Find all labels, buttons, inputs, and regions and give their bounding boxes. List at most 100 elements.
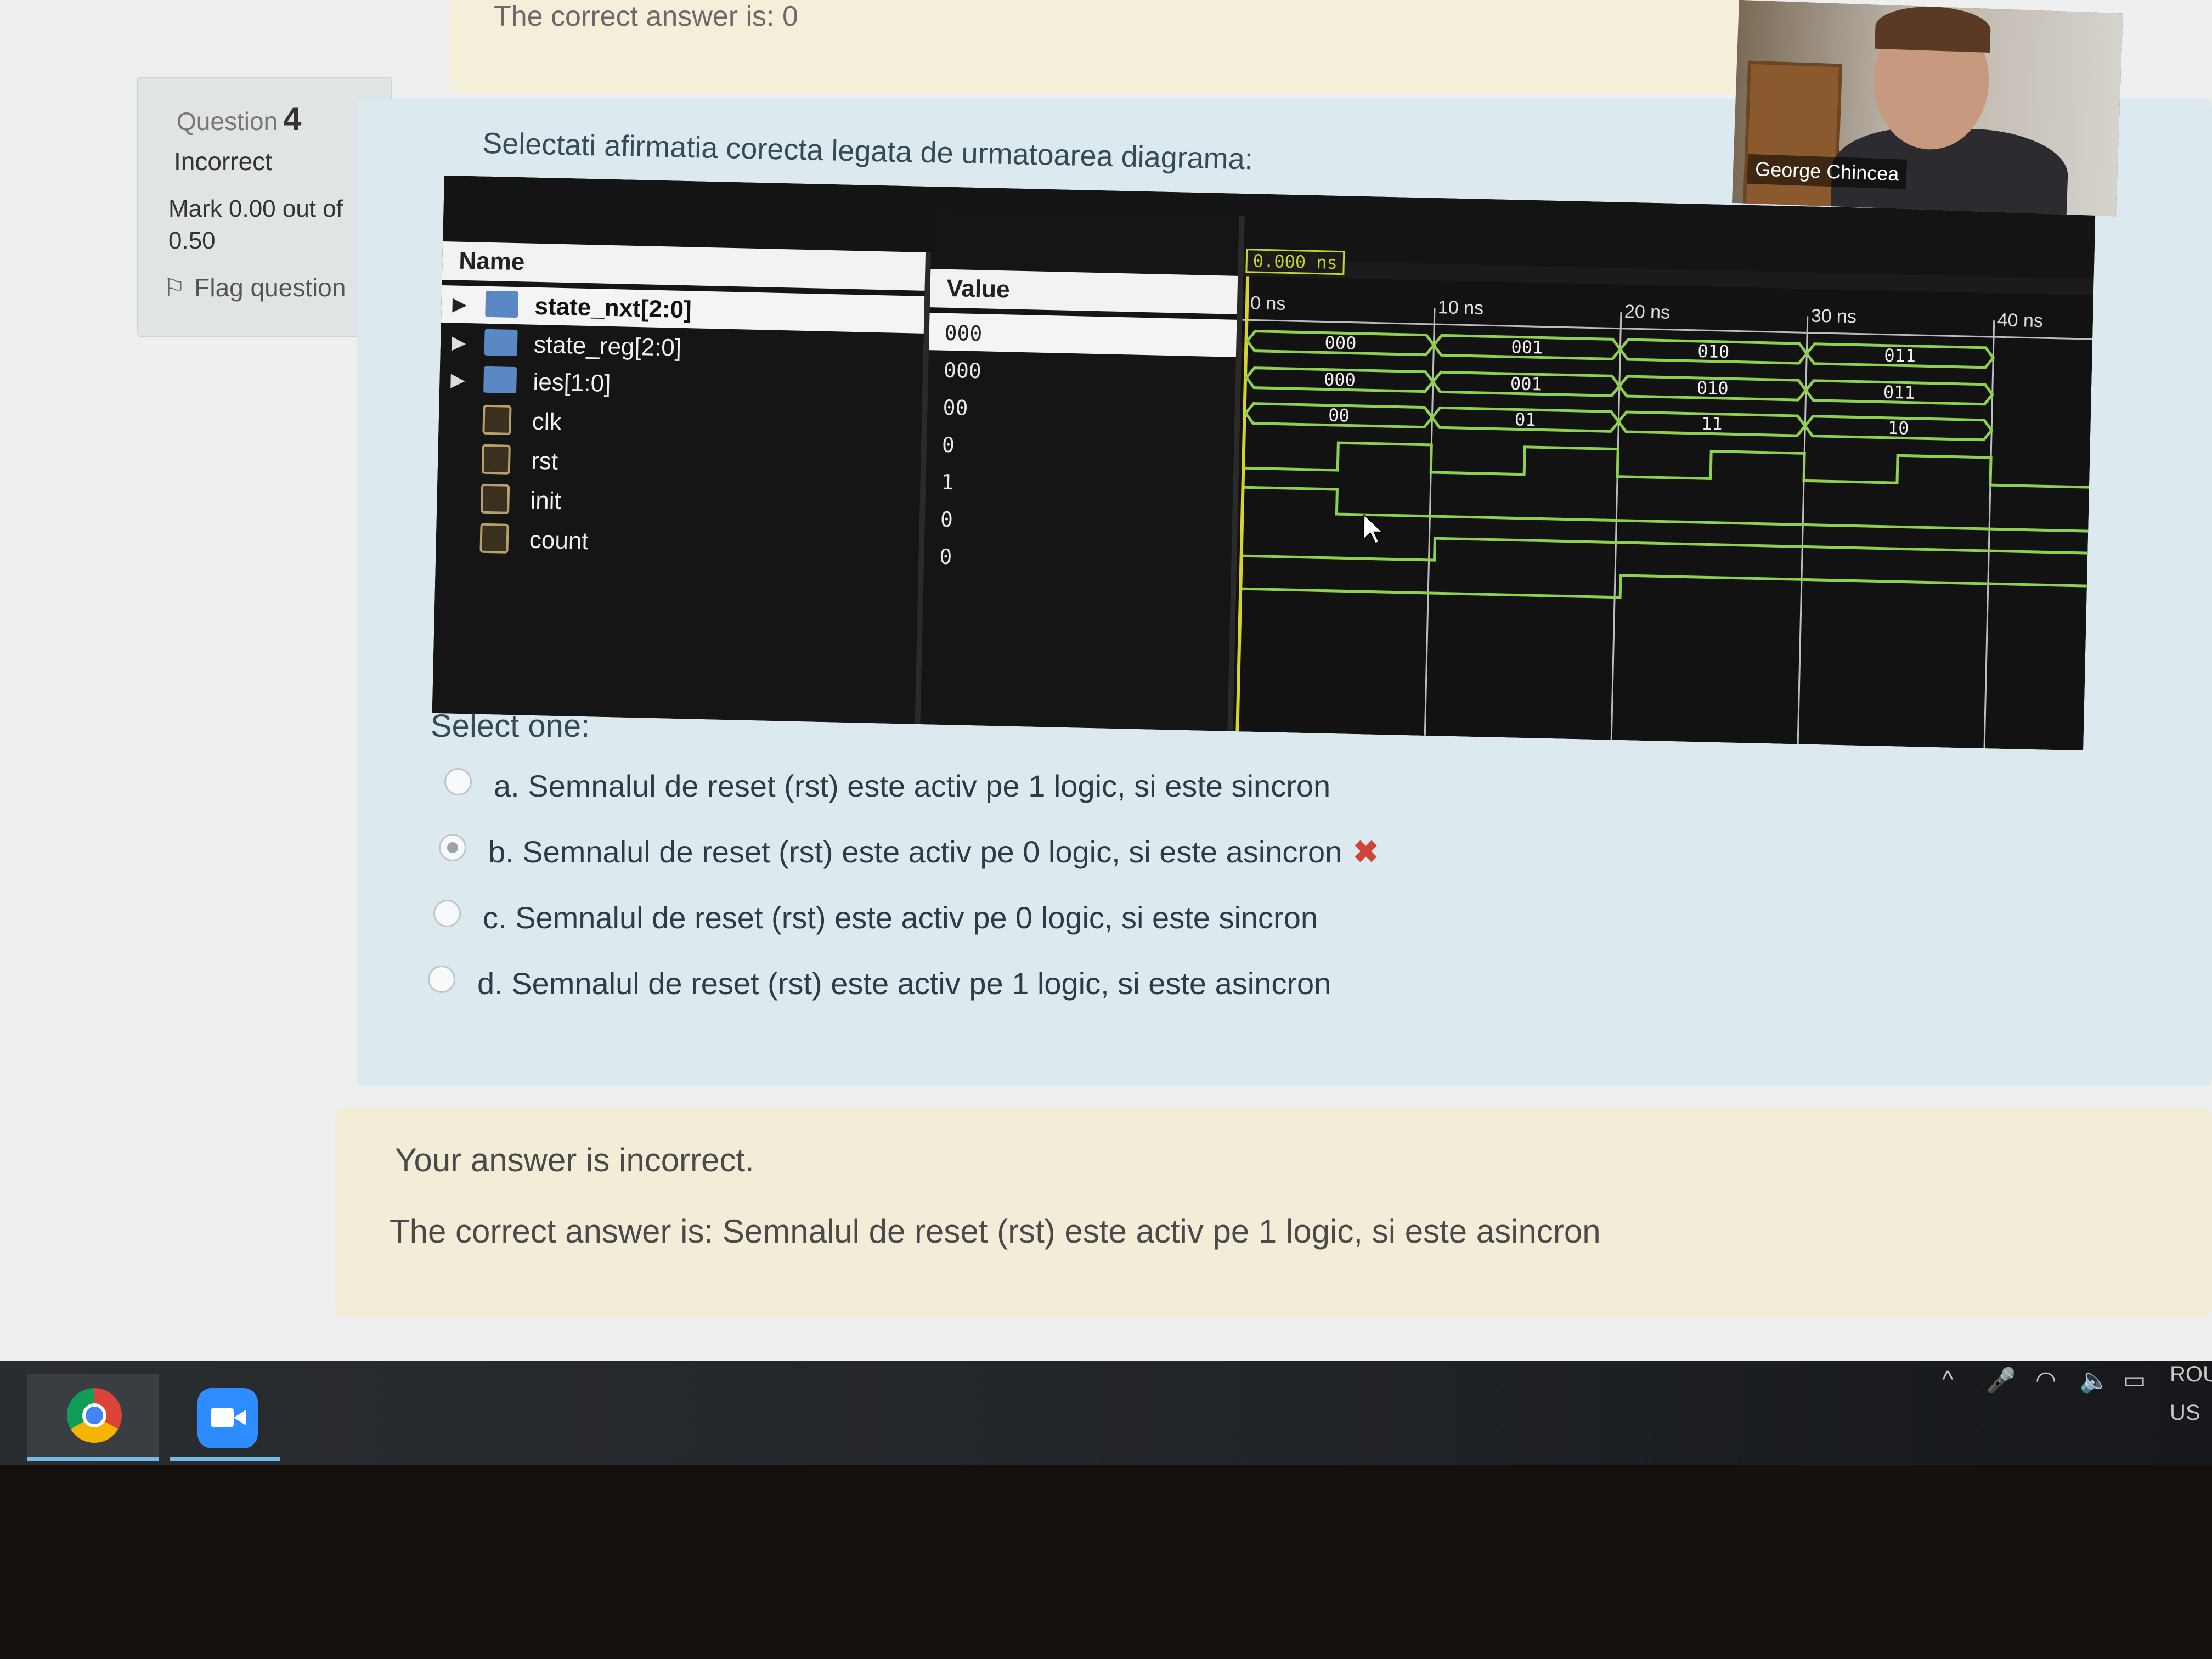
question-number: 4 [283,100,302,137]
bus-value: 10 [1888,417,1909,439]
participant-name: George Chincea [1747,154,1908,189]
bus-value: 000 [1324,332,1357,353]
cursor-time-label: 0.000 ns [1245,249,1345,275]
select-one-label: Select one: [431,708,590,744]
bit-signal-icon [481,444,511,475]
signal-value: 00 [927,387,1235,432]
signal-name: state_nxt[2:0] [534,292,692,324]
time-label: 0 ns [1250,292,1286,314]
previous-correct-answer: The correct answer is: 0 [494,1,798,32]
signal-value: 0 [924,499,1232,544]
signal-value-text: 000 [944,320,983,346]
bus-value: 010 [1697,341,1730,362]
waveform-area[interactable]: 0 ns 10 ns 20 ns 30 ns 40 ns 000 001 010 01… [1233,276,2094,751]
bus-signal-icon [484,329,518,357]
signal-value: 000 [928,350,1235,394]
bus-value: 001 [1510,373,1543,394]
language-bottom: US [2170,1401,2200,1425]
feedback-correct-answer: The correct answer is: Semnalul de reset… [390,1213,1601,1250]
battery-icon[interactable]: ▭ [2123,1366,2146,1394]
bus-value: 010 [1696,377,1729,399]
radio-button[interactable] [428,966,455,993]
signal-value: 0 [924,537,1232,581]
answer-option-label: b. Semnalul de reset (rst) este activ pe… [488,834,1342,869]
answer-option-label: c. Semnalul de reset (rst) este activ pe… [483,900,1318,935]
signal-name: clk [532,408,562,436]
answer-option-label: d. Semnalul de reset (rst) este activ pe… [477,966,1331,1001]
video-door [1742,60,1843,213]
question-info-panel: Question 4 Incorrect Mark 0.00 out of 0.5… [137,77,392,337]
bit-signal-icon [482,404,512,435]
expand-arrow-icon[interactable]: ▶ [452,293,467,315]
signal-value-text: 00 [943,395,968,420]
signal-row[interactable]: count [436,519,919,567]
value-column-header: Value [929,269,1238,314]
signal-name: state_reg[2:0] [533,331,682,362]
question-label-text: Question [177,107,278,136]
bus-value: 001 [1511,336,1543,358]
taskbar-chrome[interactable] [27,1374,159,1461]
speaker-icon[interactable]: 🔈 [2079,1366,2109,1395]
name-header-text: Name [458,247,525,276]
taskbar [0,1361,2212,1465]
bus-value: 11 [1701,413,1723,435]
answer-option-a[interactable]: a. Semnalul de reset (rst) este activ pe… [444,768,1331,804]
question-label: Question 4 [177,100,302,138]
wifi-icon[interactable]: ◠ [2035,1366,2056,1394]
signal-value-text: 0 [940,507,953,532]
signal-name: ies[1:0] [532,368,611,397]
microphone-icon[interactable]: 🎤 [1986,1366,2016,1395]
signal-value-text: 0 [941,432,955,458]
bus-value: 011 [1884,345,1916,366]
signal-value-text: 000 [943,358,982,383]
answer-option-d[interactable]: d. Semnalul de reset (rst) este activ pe… [428,966,1331,1001]
language-top: ROU [2170,1362,2212,1386]
flag-question-link[interactable]: ⚐ Flag question [163,273,346,302]
signal-name: rst [531,447,558,475]
bit-signal-icon [481,483,510,514]
taskbar-zoom[interactable] [170,1374,280,1461]
bus-value: 01 [1515,409,1536,430]
chrome-icon [67,1388,122,1443]
chevron-up-icon[interactable]: ^ [1942,1366,1954,1393]
signal-name: init [530,487,562,515]
signal-value: 000 [929,313,1237,357]
answer-option-b[interactable]: b. Semnalul de reset (rst) este activ pe… [439,834,1379,870]
signal-value-text: 1 [941,470,954,495]
language-indicator[interactable]: ROU US [2170,1355,2212,1432]
time-label: 20 ns [1624,301,1670,323]
bus-signal-icon [483,366,517,394]
signal-name: count [529,526,589,555]
answer-option-c[interactable]: c. Semnalul de reset (rst) este activ pe… [433,900,1318,935]
feedback-incorrect-text: Your answer is incorrect. [395,1142,754,1178]
bus-value: 000 [1324,369,1356,390]
signal-value: 0 [926,425,1234,469]
radio-button[interactable] [433,900,461,927]
flag-question-label: Flag question [194,273,346,302]
expand-arrow-icon[interactable]: ▶ [452,331,466,354]
question-state: Incorrect [174,147,272,176]
signal-values-column: Value 000 000 00 0 1 0 0 [920,208,1245,731]
zoom-icon [198,1388,258,1448]
waveform-diagram: Name ▶ state_nxt[2:0] ▶ state_reg[2:0] ▶… [432,176,2096,751]
answer-feedback: Your answer is incorrect. The correct an… [335,1108,2212,1317]
radio-button[interactable] [444,768,472,795]
signal-value: 1 [926,462,1233,506]
time-label: 10 ns [1438,297,1484,319]
question-mark: Mark 0.00 out of 0.50 [168,195,343,254]
screen: The correct answer is: 0 Question 4 Incor… [0,0,2212,1361]
signal-names-column: Name ▶ state_nxt[2:0] ▶ state_reg[2:0] ▶… [432,241,932,724]
bus-value: 00 [1328,405,1350,426]
flag-icon: ⚐ [163,273,186,302]
waveform-svg: 0 ns 10 ns 20 ns 30 ns 40 ns 000 001 010 01… [1233,276,2094,751]
video-call-thumbnail[interactable]: George Chincea [1732,0,2123,217]
expand-arrow-icon[interactable]: ▶ [450,369,465,391]
signal-value-text: 0 [939,544,952,569]
previous-feedback: The correct answer is: 0 [450,0,1767,93]
time-label: 40 ns [1997,309,2043,331]
answer-option-label: a. Semnalul de reset (rst) este activ pe… [494,769,1331,803]
time-label: 30 ns [1810,306,1857,328]
value-header-text: Value [946,274,1011,303]
bit-signal-icon [479,523,509,554]
radio-button[interactable] [439,834,466,861]
